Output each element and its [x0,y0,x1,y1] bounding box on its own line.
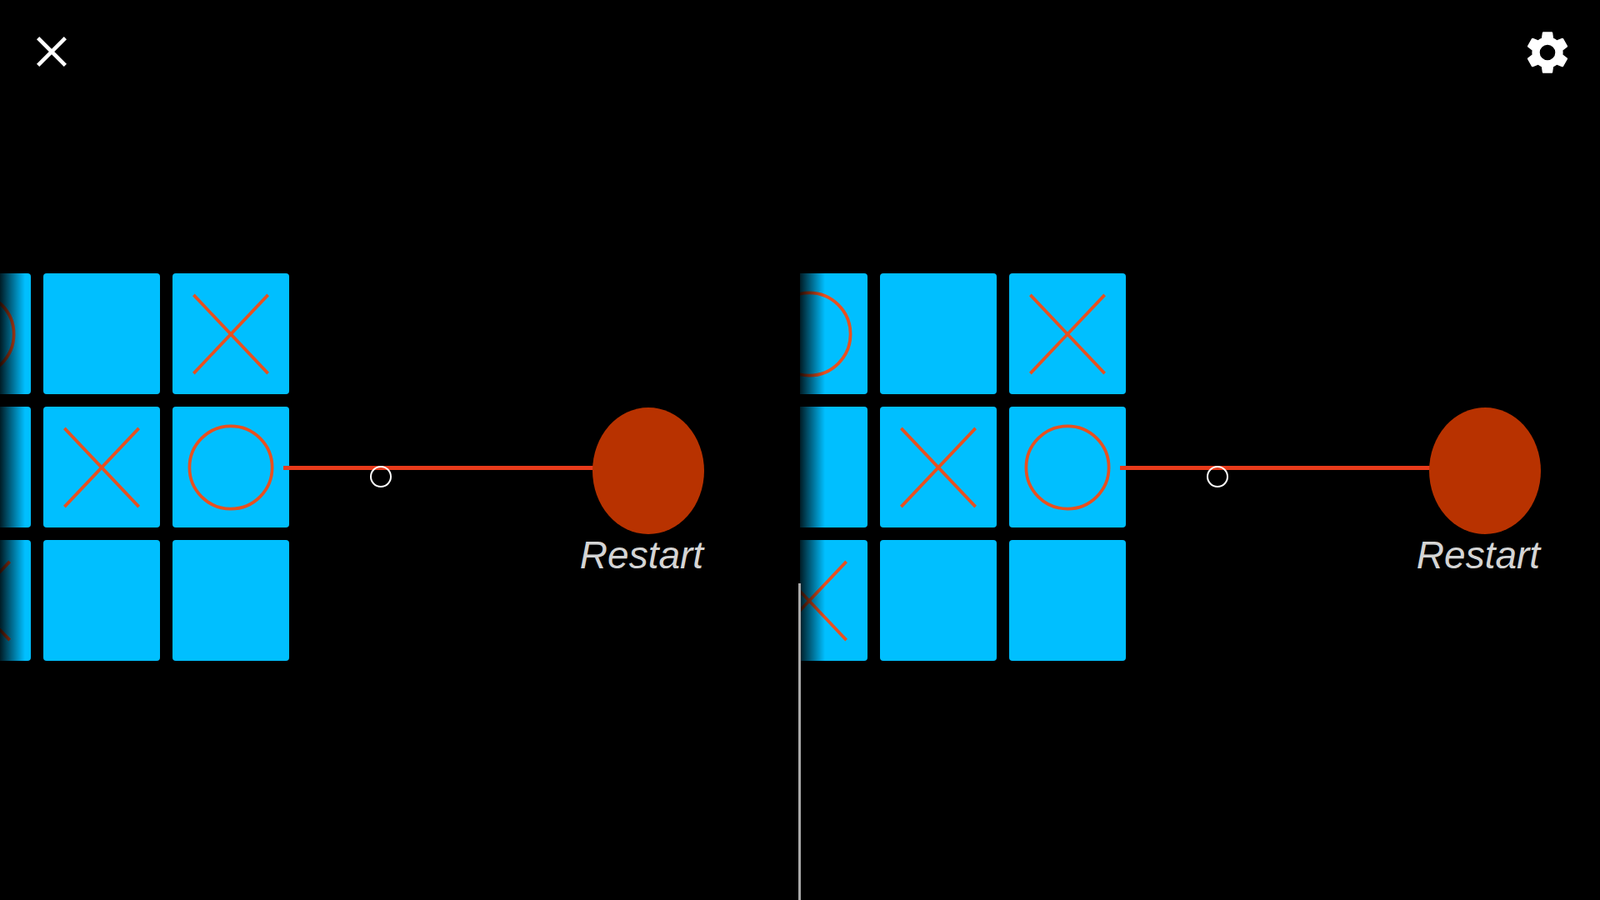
laser-pointer [283,465,600,470]
scene: Restart [836,0,1600,900]
board-cell[interactable] [172,540,290,661]
x-mark-icon [179,280,283,388]
board-cell[interactable] [0,406,31,528]
board-cell[interactable] [880,540,997,661]
board-cell[interactable] [0,273,31,395]
o-mark-icon [179,414,283,521]
eye-divider [798,583,801,900]
x-mark-icon [50,414,154,521]
scene: Restart [0,0,800,900]
board-cell[interactable] [43,406,160,528]
gear-icon[interactable] [1521,26,1574,79]
o-mark-icon [1015,414,1120,521]
o-mark-icon [0,280,25,388]
lens-vignette [0,0,25,900]
o-mark-icon [800,280,861,388]
laser-pointer [1120,465,1437,470]
board-cell[interactable] [800,273,868,395]
close-icon[interactable] [35,35,69,69]
x-mark-icon [0,547,25,655]
x-mark-icon [800,547,861,655]
board-cell[interactable] [172,406,290,528]
restart-label: Restart [558,531,725,579]
vr-screen: Restart Restart [0,0,1600,900]
board-cell[interactable] [800,540,868,661]
lens-vignette [800,0,825,900]
restart-button[interactable] [1429,407,1541,535]
board-cell[interactable] [800,406,868,528]
board-cell[interactable] [43,273,160,395]
reticle-icon [370,465,392,488]
x-mark-icon [886,414,990,521]
board-cell[interactable] [0,540,31,661]
eye-view: Restart [800,0,1600,900]
board-cell[interactable] [172,273,290,395]
eye-view: Restart [0,0,800,900]
board-cell[interactable] [1009,273,1126,395]
board-cell[interactable] [880,273,997,395]
board-cell[interactable] [43,540,160,661]
board-cell[interactable] [880,406,997,528]
game-board [0,273,290,661]
x-mark-icon [1015,280,1120,388]
restart-label: Restart [1395,531,1562,579]
reticle-icon [1206,465,1229,488]
game-board [800,273,1126,661]
restart-button[interactable] [592,407,705,535]
board-cell[interactable] [1009,540,1126,661]
board-cell[interactable] [1009,406,1126,528]
